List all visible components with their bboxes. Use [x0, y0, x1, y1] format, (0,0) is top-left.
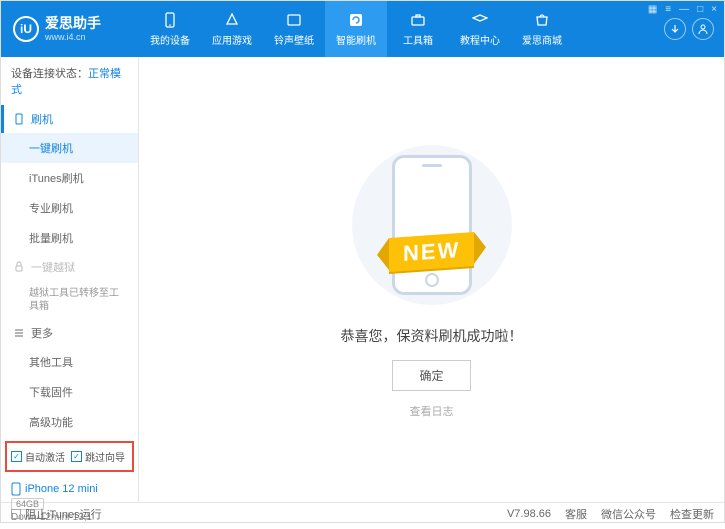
connection-status: 设备连接状态：正常模式: [1, 57, 138, 105]
phone-illustration-icon: [392, 155, 472, 295]
nav-label: 工具箱: [403, 32, 433, 47]
nav-label: 我的设备: [150, 32, 190, 47]
ok-button[interactable]: 确定: [392, 360, 470, 391]
wechat-link[interactable]: 微信公众号: [601, 506, 656, 522]
header-right: [664, 18, 724, 40]
success-illustration: NEW: [322, 140, 542, 310]
nav-label: 爱思商城: [522, 32, 562, 47]
device-name: iPhone 12 mini: [11, 482, 128, 496]
nav-label: 智能刷机: [336, 32, 376, 47]
store-icon: [533, 11, 551, 29]
close-button[interactable]: ×: [711, 4, 717, 15]
check-update-link[interactable]: 检查更新: [670, 506, 714, 522]
sidebar-section-jailbreak: 一键越狱: [1, 253, 138, 281]
nav-ringtone[interactable]: 铃声壁纸: [263, 1, 325, 57]
sidebar: 设备连接状态：正常模式 刷机 一键刷机 iTunes刷机 专业刷机 批量刷机 一…: [1, 57, 139, 502]
sidebar-item-itunes[interactable]: iTunes刷机: [1, 163, 138, 193]
app-name: 爱思助手: [45, 16, 101, 31]
top-nav: 我的设备 应用游戏 铃声壁纸 智能刷机 工具箱 教程中心 爱思商城: [139, 1, 664, 57]
option-checks-highlight: ✓自动激活 ✓跳过向导: [5, 441, 134, 472]
flash-icon: [347, 11, 365, 29]
apps-icon: [223, 11, 241, 29]
new-ribbon: NEW: [389, 232, 474, 272]
app-url: www.i4.cn: [45, 32, 101, 42]
sidebar-item-oneclick[interactable]: 一键刷机: [1, 133, 138, 163]
download-button[interactable]: [664, 18, 686, 40]
window-controls: ▦ ≡ — □ ×: [648, 4, 717, 15]
phone-icon: [11, 482, 21, 496]
sidebar-item-advanced[interactable]: 高级功能: [1, 407, 138, 437]
customer-service-link[interactable]: 客服: [565, 506, 587, 522]
check-auto-activate[interactable]: ✓自动激活: [11, 449, 65, 464]
version-label: V7.98.66: [507, 508, 551, 520]
block-itunes-check[interactable]: 阻止iTunes运行: [11, 506, 102, 522]
nav-my-device[interactable]: 我的设备: [139, 1, 201, 57]
nav-flash[interactable]: 智能刷机: [325, 1, 387, 57]
success-message: 恭喜您，保资料刷机成功啦！: [341, 326, 523, 346]
sidebar-item-pro[interactable]: 专业刷机: [1, 193, 138, 223]
jailbreak-note: 越狱工具已转移至工具箱: [1, 281, 138, 319]
minimize-button[interactable]: —: [679, 4, 689, 15]
nav-label: 铃声壁纸: [274, 32, 314, 47]
check-skip-guide[interactable]: ✓跳过向导: [71, 449, 125, 464]
checkbox-icon: ✓: [11, 451, 22, 462]
sidebar-item-other[interactable]: 其他工具: [1, 347, 138, 377]
logo-area: iU 爱思助手 www.i4.cn: [1, 16, 139, 42]
wallpaper-icon: [285, 11, 303, 29]
user-button[interactable]: [692, 18, 714, 40]
nav-label: 应用游戏: [212, 32, 252, 47]
view-log-link[interactable]: 查看日志: [410, 403, 454, 419]
maximize-button[interactable]: □: [697, 4, 703, 15]
main-content: NEW 恭喜您，保资料刷机成功啦！ 确定 查看日志: [139, 57, 724, 502]
checkbox-icon: ✓: [71, 451, 82, 462]
sidebar-section-flash[interactable]: 刷机: [1, 105, 138, 133]
skin-button[interactable]: ▦: [648, 4, 657, 15]
app-logo-icon: iU: [13, 16, 39, 42]
graduate-icon: [471, 11, 489, 29]
nav-toolbox[interactable]: 工具箱: [387, 1, 449, 57]
phone-icon: [161, 11, 179, 29]
nav-store[interactable]: 爱思商城: [511, 1, 573, 57]
nav-tutorial[interactable]: 教程中心: [449, 1, 511, 57]
lock-icon: [13, 261, 25, 273]
toolbox-icon: [409, 11, 427, 29]
phone-icon: [13, 113, 25, 125]
checkbox-icon: [11, 509, 21, 519]
sidebar-item-batch[interactable]: 批量刷机: [1, 223, 138, 253]
sidebar-item-firmware[interactable]: 下载固件: [1, 377, 138, 407]
sidebar-section-more[interactable]: 更多: [1, 319, 138, 347]
nav-label: 教程中心: [460, 32, 500, 47]
app-header: ▦ ≡ — □ × iU 爱思助手 www.i4.cn 我的设备 应用游戏 铃声…: [1, 1, 724, 57]
menu-button[interactable]: ≡: [665, 4, 671, 15]
nav-apps[interactable]: 应用游戏: [201, 1, 263, 57]
menu-icon: [13, 327, 25, 339]
